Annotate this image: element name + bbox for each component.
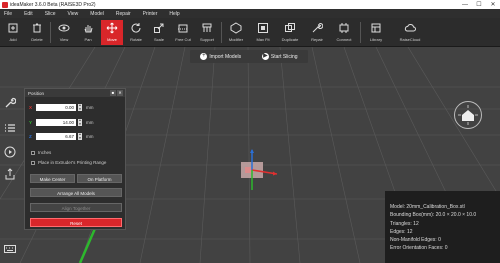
duplicate-icon [284, 22, 296, 34]
delete-icon [31, 22, 43, 34]
x-spinner[interactable]: ▲ ▼ [78, 103, 82, 111]
tool-raisecloud-button[interactable]: RaiseCloud [399, 20, 421, 45]
home-view-icon[interactable] [456, 103, 480, 127]
tool-support-button[interactable]: Support [196, 20, 218, 45]
model-info-box: Model: 20mm_Calibration_Box.stl Bounding… [385, 191, 500, 263]
play-circle-icon[interactable] [3, 145, 17, 159]
make-center-button[interactable]: Make Center [30, 174, 75, 183]
inches-checkbox[interactable]: Inches [31, 150, 51, 155]
start-slicing-button[interactable]: ▶ Start Slicing [261, 53, 298, 60]
wrench-icon[interactable] [3, 96, 17, 110]
view-icon [58, 22, 70, 34]
x-position-input[interactable]: 0.00 [36, 104, 76, 111]
pin-icon[interactable]: ■ [110, 90, 116, 96]
tool-pan-button[interactable]: Pan [77, 20, 99, 45]
non-manifold-edges: Non-Manifold Edges: 0 [390, 237, 441, 244]
title-bar: ideaMaker 3.6.0 Beta (RAISE3D Pro2) — ☐ … [0, 0, 500, 9]
tool-delete-button[interactable]: Delete [26, 20, 48, 45]
pan-icon [82, 22, 94, 34]
modifier-icon [230, 22, 242, 34]
y-position-input[interactable]: 14.00 [36, 119, 76, 126]
list-icon[interactable] [3, 121, 17, 135]
tool-duplicate-button[interactable]: Duplicate [279, 20, 301, 45]
toolbar: Add Delete View Pan Move Rotate Scale Fr… [0, 18, 500, 47]
position-panel: Position ■ ✕ X 0.00 ▲ ▼ mm Y 14.00 ▲ ▼ mm … [24, 88, 126, 230]
triangles-count: Triangles: 12 [390, 220, 419, 227]
x-label: X [29, 105, 33, 110]
arrange-all-models-button[interactable]: Arrange All Models [30, 188, 122, 197]
free-cut-icon [177, 22, 189, 34]
connect-icon [338, 22, 350, 34]
minimize-button[interactable]: — [458, 2, 472, 8]
error-orientation-faces: Error Orientation Faces: 0 [390, 245, 448, 252]
plus-icon: + [200, 53, 208, 60]
menu-printer[interactable]: Printer [143, 11, 158, 17]
edges-count: Edges: 12 [390, 228, 413, 235]
menu-help[interactable]: Help [169, 11, 179, 17]
on-platform-button[interactable]: On Platform [77, 174, 122, 183]
z-spinner[interactable]: ▲ ▼ [78, 132, 82, 140]
z-label: Z [29, 134, 32, 139]
action-bar: + Import Models ▶ Start Slicing [190, 50, 308, 63]
menu-slice[interactable]: Slice [45, 11, 56, 17]
rotate-icon [130, 22, 142, 34]
scale-icon [153, 22, 165, 34]
tool-move-button[interactable]: Move [101, 20, 123, 45]
menu-repair[interactable]: Repair [116, 11, 131, 17]
library-icon [370, 22, 382, 34]
tool-modifier-button[interactable]: Modifier [225, 20, 247, 45]
bounding-box: Bounding Box(mm): 20.0 × 20.0 × 10.0 [390, 212, 477, 219]
repair-icon [311, 22, 323, 34]
move-icon [106, 22, 118, 34]
close-panel-icon[interactable]: ✕ [117, 90, 123, 96]
window-title: ideaMaker 3.6.0 Beta (RAISE3D Pro2) [10, 1, 96, 8]
tool-connect-button[interactable]: Connect [333, 20, 355, 45]
tool-library-button[interactable]: Library [365, 20, 387, 45]
menu-model[interactable]: Model [90, 11, 104, 17]
place-in-range-checkbox[interactable]: Place in Extruder's Printing Range [31, 160, 106, 165]
raisecloud-icon [404, 22, 416, 34]
export-icon[interactable] [3, 167, 17, 181]
tool-rotate-button[interactable]: Rotate [125, 20, 147, 45]
tool-add-button[interactable]: Add [2, 20, 24, 45]
y-spinner[interactable]: ▲ ▼ [78, 118, 82, 126]
tool-scale-button[interactable]: Scale [148, 20, 170, 45]
keyboard-icon[interactable] [3, 242, 17, 256]
support-icon [201, 22, 213, 34]
tool-max-fit-button[interactable]: Max Fit [252, 20, 274, 45]
menu-file[interactable]: File [4, 11, 12, 17]
tool-free-cut-button[interactable]: Free Cut [172, 20, 194, 45]
menu-edit[interactable]: Edit [24, 11, 33, 17]
play-icon: ▶ [261, 53, 269, 60]
tool-view-button[interactable]: View [53, 20, 75, 45]
reset-button[interactable]: Reset [30, 218, 122, 227]
align-together-button[interactable]: Align Together [30, 203, 122, 212]
z-position-input[interactable]: 6.67 [36, 133, 76, 140]
app-logo-icon [2, 1, 8, 8]
menu-view[interactable]: View [68, 11, 79, 17]
import-models-button[interactable]: + Import Models [200, 53, 241, 60]
maximize-button[interactable]: ☐ [472, 1, 486, 8]
menu-bar: File Edit Slice View Model Repair Printe… [0, 9, 500, 18]
model-name: Model: 20mm_Calibration_Box.stl [390, 204, 465, 210]
tool-repair-button[interactable]: Repair [306, 20, 328, 45]
max-fit-icon [257, 22, 269, 34]
panel-title: Position [28, 90, 45, 96]
close-button[interactable]: ✕ [486, 1, 500, 8]
add-icon [7, 22, 19, 34]
y-label: Y [29, 120, 33, 125]
